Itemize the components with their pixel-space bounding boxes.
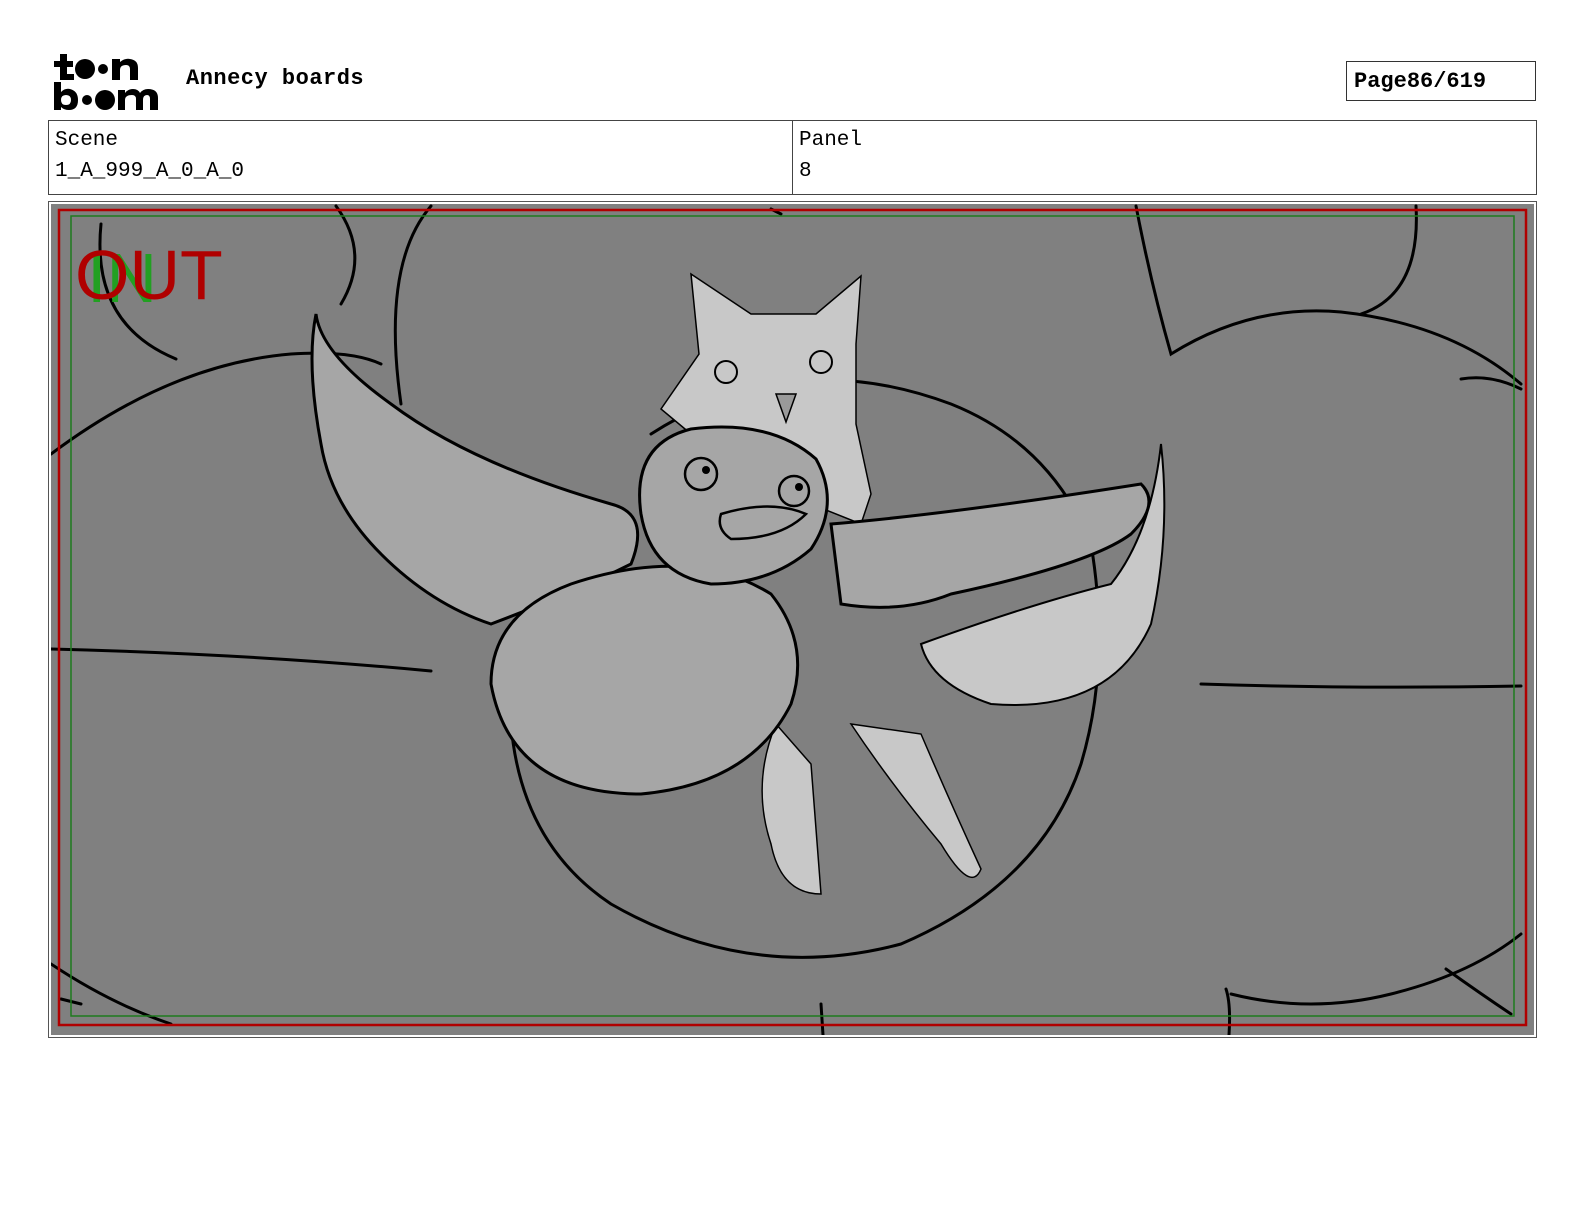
storyboard-panel: IN OUT — [48, 201, 1537, 1038]
out-label: OUT — [75, 236, 223, 314]
toon-boom-logo — [52, 52, 164, 112]
scene-panel-table: Scene 1_A_999_A_0_A_0 Panel 8 — [48, 120, 1537, 195]
scene-cell: Scene 1_A_999_A_0_A_0 — [49, 121, 792, 194]
panel-value: 8 — [799, 160, 812, 183]
page-indicator: Page 86/619 — [1346, 61, 1536, 101]
document-title: Annecy boards — [186, 66, 365, 91]
page-number: 86/619 — [1406, 68, 1487, 94]
page-label: Page — [1354, 68, 1407, 94]
panel-cell: Panel 8 — [792, 121, 1536, 194]
scene-value: 1_A_999_A_0_A_0 — [55, 160, 245, 183]
scene-label: Scene — [55, 129, 119, 152]
panel-label: Panel — [799, 129, 863, 152]
panel-drawing: IN OUT — [51, 204, 1534, 1035]
